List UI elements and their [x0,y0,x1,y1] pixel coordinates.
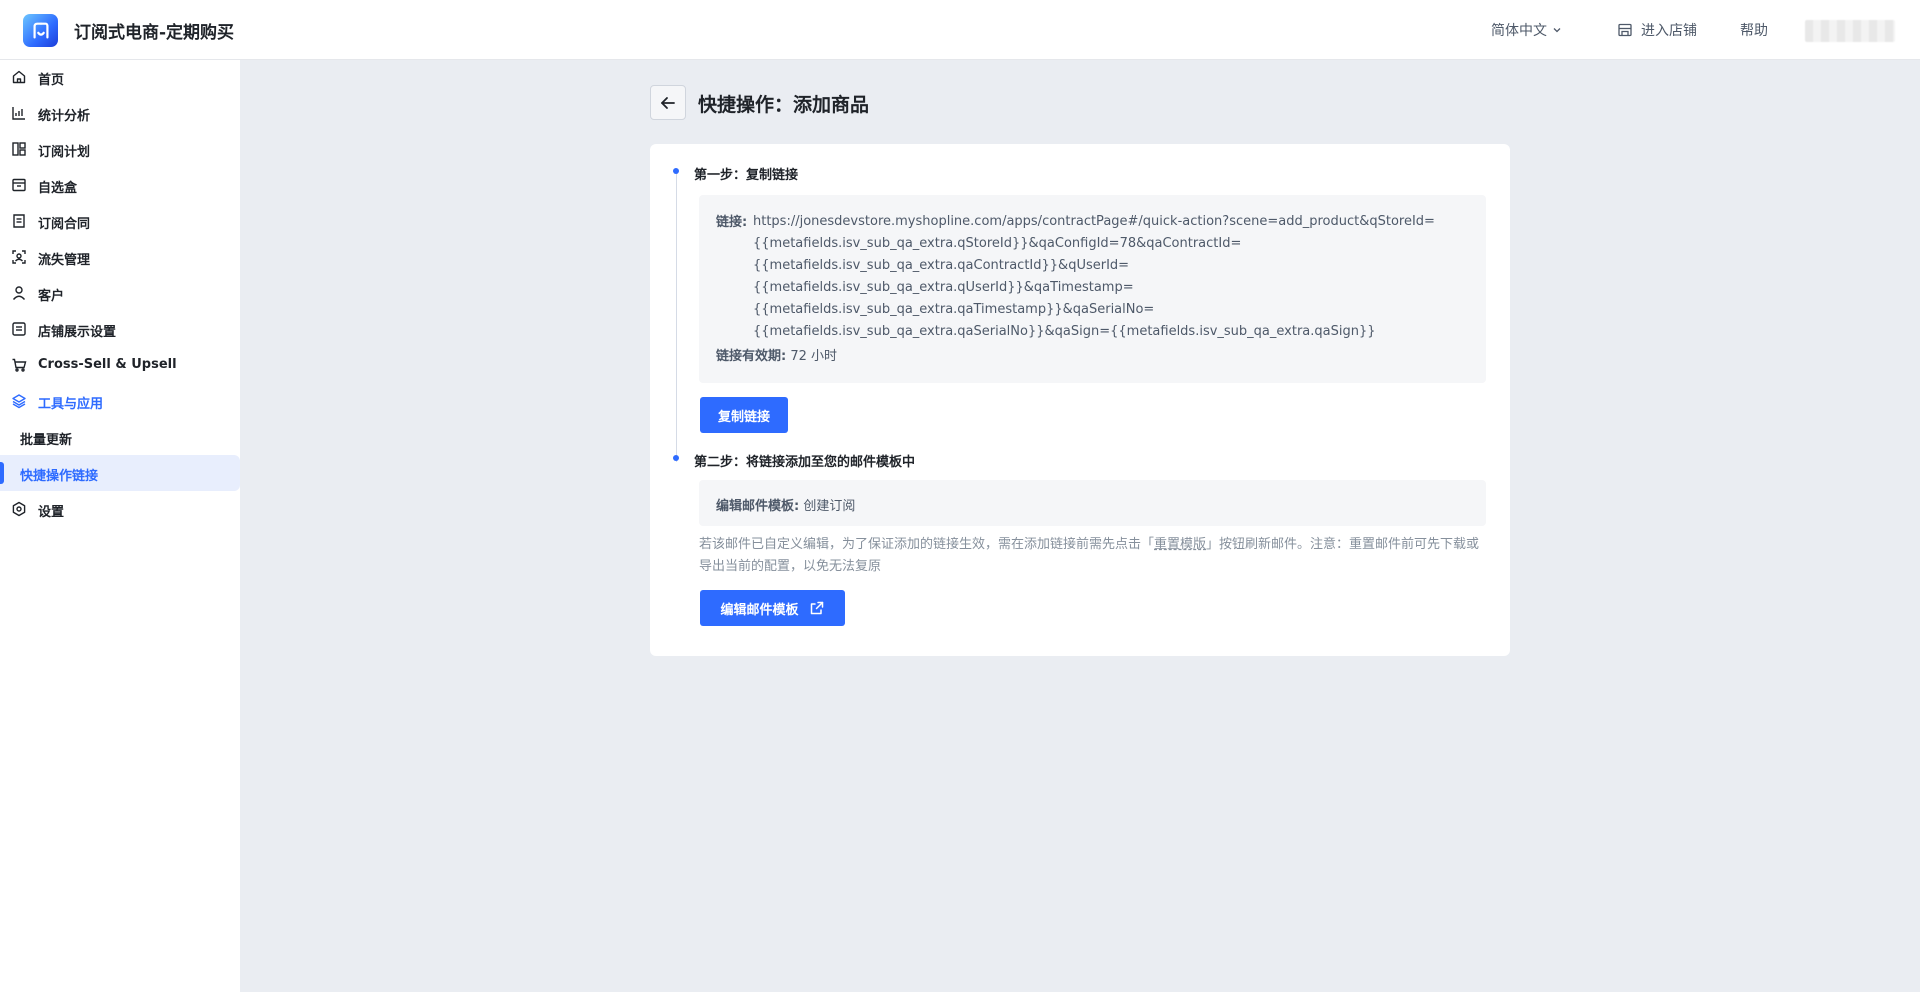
enter-store-link[interactable]: 进入店铺 [1617,20,1697,40]
app-title: 订阅式电商-定期购买 [74,23,235,43]
sidebar-subitem-label: 批量更新 [20,433,73,448]
sidebar-subitem-bulk-update[interactable]: 批量更新 [0,419,240,455]
help-link[interactable]: 帮助 [1740,20,1768,40]
account-avatar[interactable] [1805,20,1895,42]
sidebar-item-label: 设置 [38,505,65,520]
sidebar-item-contracts[interactable]: 订阅合同 [0,204,240,238]
sidebar-item-label: 订阅合同 [38,217,91,232]
external-link-icon [810,601,823,615]
box-icon [11,177,27,193]
contract-icon [11,213,27,229]
quick-action-card: 第一步：复制链接 链接: https://jonesdevstore.mysho… [650,144,1510,656]
link-label: 链接: [716,215,748,230]
chart-icon [11,105,27,121]
sidebar-item-label: 自选盒 [38,181,78,196]
sidebar-subitem-label: 快捷操作链接 [20,469,99,484]
note-text: 若该邮件已自定义编辑，为了保证添加的链接生效，需在添加链接前需先点击「 [699,537,1155,552]
page-title: 快捷操作：添加商品 [698,94,870,116]
sidebar-item-cross-sell[interactable]: Cross-Sell & Upsell [0,348,240,382]
link-line: {{metafields.isv_sub_qa_extra.qaTimestam… [753,302,1155,317]
sidebar-item-label: 工具与应用 [38,397,104,412]
layers-icon [11,393,27,409]
sidebar-item-label: 统计分析 [38,109,91,124]
step2-dot [673,455,679,461]
step2-title: 第二步：将链接添加至您的邮件模板中 [694,455,916,470]
copy-link-button[interactable]: 复制链接 [700,397,788,433]
sidebar-item-store-display[interactable]: 店铺展示设置 [0,312,240,346]
link-validity: 链接有效期: 72 小时 [716,345,837,364]
validity-label: 链接有效期: [716,349,787,364]
timeline-line [676,172,677,462]
link-text: https://jonesdevstore.myshopline.com/app… [753,211,1435,343]
sidebar-item-churn[interactable]: 流失管理 [0,240,240,274]
link-line: {{metafields.isv_sub_qa_extra.qaSerialNo… [753,324,1376,339]
link-line: {{metafields.isv_sub_qa_extra.qStoreId}}… [753,236,1242,251]
sidebar-item-plans[interactable]: 订阅计划 [0,132,240,166]
language-selector[interactable]: 简体中文 [1491,20,1563,40]
email-template-value: 创建订阅 [803,499,856,514]
cart-icon [11,357,27,373]
sidebar-item-label: Cross-Sell & Upsell [38,357,177,372]
sidebar-item-label: 首页 [38,73,65,88]
settings-icon [11,501,27,517]
home-icon [11,69,27,85]
sidebar-item-analytics[interactable]: 统计分析 [0,96,240,130]
step1-title: 第一步：复制链接 [694,168,799,183]
sidebar-subitem-quick-action-links[interactable]: 快捷操作链接 [0,455,240,491]
reset-template-note: 若该邮件已自定义编辑，为了保证添加的链接生效，需在添加链接前需先点击「重置模版」… [699,534,1489,578]
edit-email-template-label: 编辑邮件模板 [720,602,799,618]
sidebar-item-settings[interactable]: 设置 [0,492,240,526]
link-line: {{metafields.isv_sub_qa_extra.qUserId}}&… [753,280,1134,295]
language-label: 简体中文 [1491,23,1547,39]
reset-template-link[interactable]: 重置模版 [1154,537,1206,552]
arrow-left-icon [661,96,675,109]
sidebar-item-label: 店铺展示设置 [38,325,117,340]
top-header: 订阅式电商-定期购买 简体中文 进入店铺 帮助 [0,0,1920,60]
enter-store-label: 进入店铺 [1641,23,1697,39]
plan-icon [11,141,27,157]
sidebar: 首页 统计分析 订阅计划 自选盒 订阅合同 流失管理 客户 店铺展示设置 Cro… [0,60,240,992]
sidebar-item-box[interactable]: 自选盒 [0,168,240,202]
edit-email-template-button[interactable]: 编辑邮件模板 [700,590,845,626]
link-line: {{metafields.isv_sub_qa_extra.qaContract… [753,258,1130,273]
app-logo [23,14,58,47]
sidebar-item-label: 客户 [38,289,65,304]
user-icon [11,285,27,301]
store-icon [1618,23,1632,37]
sidebar-item-label: 订阅计划 [38,145,91,160]
validity-value: 72 小时 [790,349,838,364]
sidebar-item-tools[interactable]: 工具与应用 [0,384,240,418]
email-template-label: 编辑邮件模板: [716,499,800,514]
sidebar-item-label: 流失管理 [38,253,91,268]
step1-dot [673,168,679,174]
back-button[interactable] [650,85,686,120]
chevron-down-icon [1553,28,1561,33]
sidebar-item-customers[interactable]: 客户 [0,276,240,310]
email-template-box: 编辑邮件模板: 创建订阅 [699,480,1486,526]
display-icon [11,321,27,337]
copy-link-label: 复制链接 [717,409,770,425]
email-template-info: 编辑邮件模板: 创建订阅 [716,495,855,514]
churn-icon [11,249,27,265]
sidebar-item-home[interactable]: 首页 [0,60,240,94]
link-box: 链接: https://jonesdevstore.myshopline.com… [699,195,1486,383]
link-line: https://jonesdevstore.myshopline.com/app… [753,214,1435,229]
